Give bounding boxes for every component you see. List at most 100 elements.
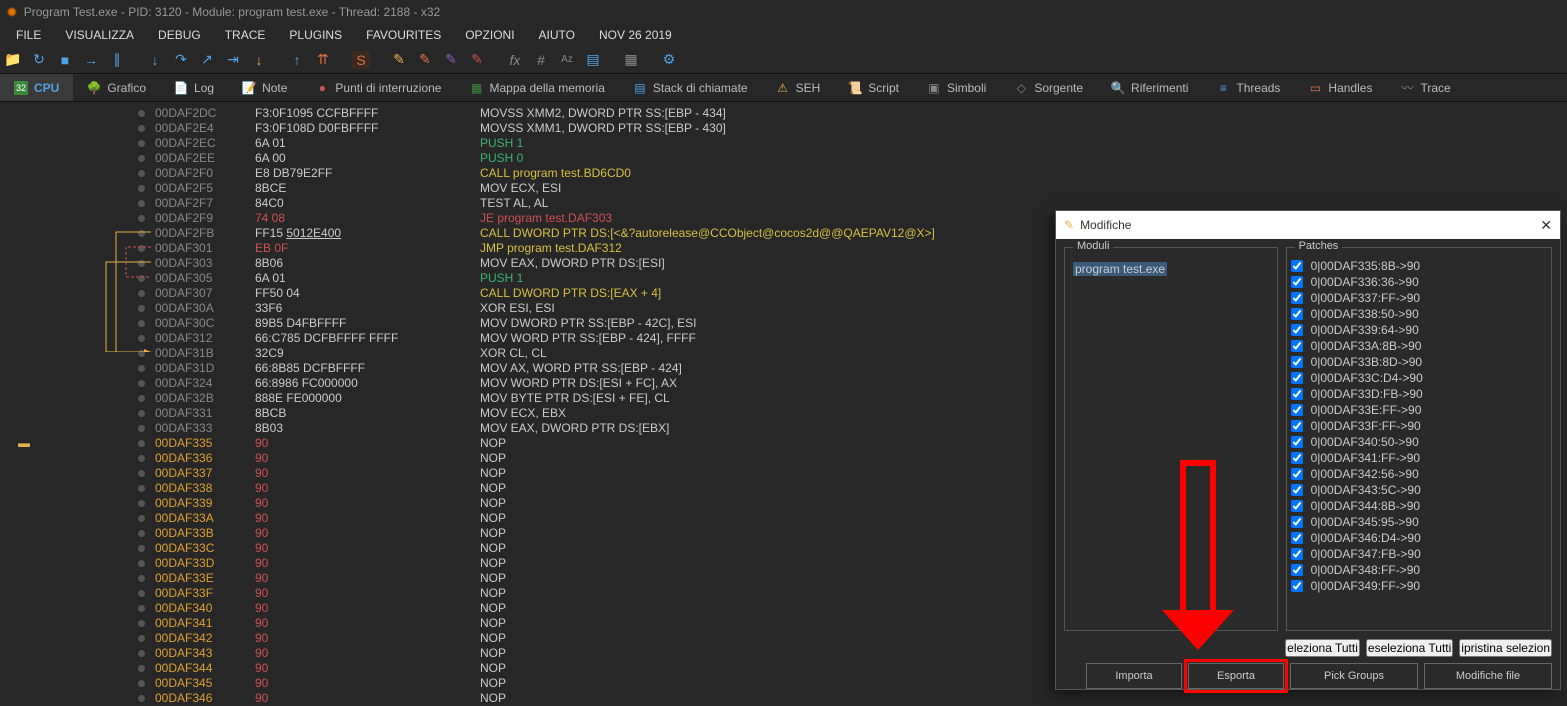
patch-row[interactable]: 0|00DAF33C:D4->90 (1291, 370, 1547, 386)
tab-seh[interactable]: ⚠SEH (762, 74, 835, 101)
dialog-title-bar[interactable]: ✎Modifiche ✕ (1056, 211, 1560, 239)
disasm-row[interactable]: 00DAF2EC6A 01PUSH 1 (0, 136, 1567, 151)
tab-grafico[interactable]: 🌳Grafico (73, 74, 160, 101)
patch-row[interactable]: 0|00DAF349:FF->90 (1291, 578, 1547, 594)
restore-selection-button[interactable]: ipristina selezion (1459, 639, 1552, 657)
patch-checkbox[interactable] (1291, 436, 1303, 448)
tab-sorgente[interactable]: ◇Sorgente (1000, 74, 1097, 101)
patch-checkbox[interactable] (1291, 276, 1303, 288)
patch-row[interactable]: 0|00DAF33B:8D->90 (1291, 354, 1547, 370)
tab-cpu[interactable]: 32CPU (0, 74, 73, 101)
patch-row[interactable]: 0|00DAF346:D4->90 (1291, 530, 1547, 546)
export-button[interactable]: Esporta (1188, 663, 1284, 689)
patches-list[interactable]: 0|00DAF335:8B->900|00DAF336:36->900|00DA… (1287, 248, 1551, 630)
trace-over-icon[interactable]: ⇈ (314, 51, 332, 69)
import-button[interactable]: Importa (1086, 663, 1182, 689)
patch-checkbox[interactable] (1291, 516, 1303, 528)
menu-plugins[interactable]: PLUGINS (277, 25, 354, 45)
patch-checkbox[interactable] (1291, 388, 1303, 400)
menu-opzioni[interactable]: OPZIONI (453, 25, 526, 45)
tab-log[interactable]: 📄Log (160, 74, 228, 101)
patch-checkbox[interactable] (1291, 580, 1303, 592)
tab-simboli[interactable]: ▣Simboli (913, 74, 1000, 101)
patch-checkbox[interactable] (1291, 292, 1303, 304)
az-icon[interactable]: Az (558, 51, 576, 69)
tab-handles[interactable]: ▭Handles (1294, 74, 1386, 101)
tab-mappa-della-memoria[interactable]: ▦Mappa della memoria (455, 74, 618, 101)
disasm-row[interactable]: 00DAF2DCF3:0F1095 CCFBFFFFMOVSS XMM2, DW… (0, 106, 1567, 121)
patch4-icon[interactable]: ✎ (468, 51, 486, 69)
moduli-list[interactable]: program test.exe (1065, 248, 1277, 291)
fx-icon[interactable]: fx (506, 51, 524, 69)
patch-checkbox[interactable] (1291, 356, 1303, 368)
patch-checkbox[interactable] (1291, 532, 1303, 544)
disasm-row[interactable]: 00DAF2F784C0TEST AL, AL (0, 196, 1567, 211)
patch-checkbox[interactable] (1291, 500, 1303, 512)
patch-checkbox[interactable] (1291, 452, 1303, 464)
patch-row[interactable]: 0|00DAF33D:FB->90 (1291, 386, 1547, 402)
trace-into-icon[interactable]: ↑ (288, 51, 306, 69)
disasm-row[interactable]: 00DAF2EE6A 00PUSH 0 (0, 151, 1567, 166)
patch-checkbox[interactable] (1291, 404, 1303, 416)
step-back-icon[interactable]: ↓ (250, 51, 268, 69)
tab-riferimenti[interactable]: 🔍Riferimenti (1097, 74, 1202, 101)
patch-checkbox[interactable] (1291, 420, 1303, 432)
settings-icon[interactable]: ⚙ (660, 51, 678, 69)
patch-checkbox[interactable] (1291, 340, 1303, 352)
patch-row[interactable]: 0|00DAF343:5C->90 (1291, 482, 1547, 498)
patch-row[interactable]: 0|00DAF348:FF->90 (1291, 562, 1547, 578)
menu-trace[interactable]: TRACE (213, 25, 278, 45)
select-all-button[interactable]: eleziona Tutti (1285, 639, 1360, 657)
deselect-all-button[interactable]: eseleziona Tutti (1366, 639, 1453, 657)
patch-row[interactable]: 0|00DAF338:50->90 (1291, 306, 1547, 322)
patch-row[interactable]: 0|00DAF337:FF->90 (1291, 290, 1547, 306)
hash-icon[interactable]: # (532, 51, 550, 69)
patch2-icon[interactable]: ✎ (416, 51, 434, 69)
patch-checkbox[interactable] (1291, 484, 1303, 496)
menu-debug[interactable]: DEBUG (146, 25, 213, 45)
tab-stack-di-chiamate[interactable]: ▤Stack di chiamate (619, 74, 762, 101)
patch-row[interactable]: 0|00DAF341:FF->90 (1291, 450, 1547, 466)
disasm-row[interactable]: 00DAF2E4F3:0F108D D0FBFFFFMOVSS XMM1, DW… (0, 121, 1567, 136)
patch-row[interactable]: 0|00DAF347:FB->90 (1291, 546, 1547, 562)
step-out-icon[interactable]: ↗ (198, 51, 216, 69)
patch-checkbox[interactable] (1291, 468, 1303, 480)
patch-row[interactable]: 0|00DAF33E:FF->90 (1291, 402, 1547, 418)
scylla-icon[interactable]: S (352, 51, 370, 69)
pause-icon[interactable]: ∥ (108, 51, 126, 69)
menu-aiuto[interactable]: AIUTO (527, 25, 587, 45)
step-into-icon[interactable]: ↓ (146, 51, 164, 69)
patch-row[interactable]: 0|00DAF339:64->90 (1291, 322, 1547, 338)
menu-visualizza[interactable]: VISUALIZZA (53, 25, 146, 45)
patch-row[interactable]: 0|00DAF340:50->90 (1291, 434, 1547, 450)
patch1-icon[interactable]: ✎ (390, 51, 408, 69)
calc-icon[interactable]: ▦ (622, 51, 640, 69)
tab-note[interactable]: 📝Note (228, 74, 301, 101)
step-over-icon[interactable]: ↷ (172, 51, 190, 69)
patch-checkbox[interactable] (1291, 324, 1303, 336)
module-item[interactable]: program test.exe (1073, 262, 1167, 276)
menu-file[interactable]: FILE (4, 25, 53, 45)
step-icon[interactable]: ⇥ (224, 51, 242, 69)
patch-row[interactable]: 0|00DAF344:8B->90 (1291, 498, 1547, 514)
close-icon[interactable]: ✕ (1540, 217, 1552, 234)
run-icon[interactable]: → (82, 51, 100, 69)
disasm-row[interactable]: 00DAF2F58BCEMOV ECX, ESI (0, 181, 1567, 196)
patch-row[interactable]: 0|00DAF335:8B->90 (1291, 258, 1547, 274)
restart-icon[interactable]: ↻ (30, 51, 48, 69)
open-icon[interactable]: 📁 (4, 51, 22, 69)
patch-checkbox[interactable] (1291, 308, 1303, 320)
patch-row[interactable]: 0|00DAF345:95->90 (1291, 514, 1547, 530)
tab-punti-di-interruzione[interactable]: ●Punti di interruzione (301, 74, 455, 101)
pick-groups-button[interactable]: Pick Groups (1290, 663, 1418, 689)
patch3-icon[interactable]: ✎ (442, 51, 460, 69)
patch-row[interactable]: 0|00DAF33A:8B->90 (1291, 338, 1547, 354)
module-icon[interactable]: ▤ (584, 51, 602, 69)
patch-checkbox[interactable] (1291, 564, 1303, 576)
menu-nov 26 2019[interactable]: NOV 26 2019 (587, 25, 684, 45)
patch-row[interactable]: 0|00DAF33F:FF->90 (1291, 418, 1547, 434)
tab-script[interactable]: 📜Script (834, 74, 913, 101)
patch-row[interactable]: 0|00DAF342:56->90 (1291, 466, 1547, 482)
menu-favourites[interactable]: FAVOURITES (354, 25, 453, 45)
disasm-row[interactable]: 00DAF2F0E8 DB79E2FFCALL program test.BD6… (0, 166, 1567, 181)
